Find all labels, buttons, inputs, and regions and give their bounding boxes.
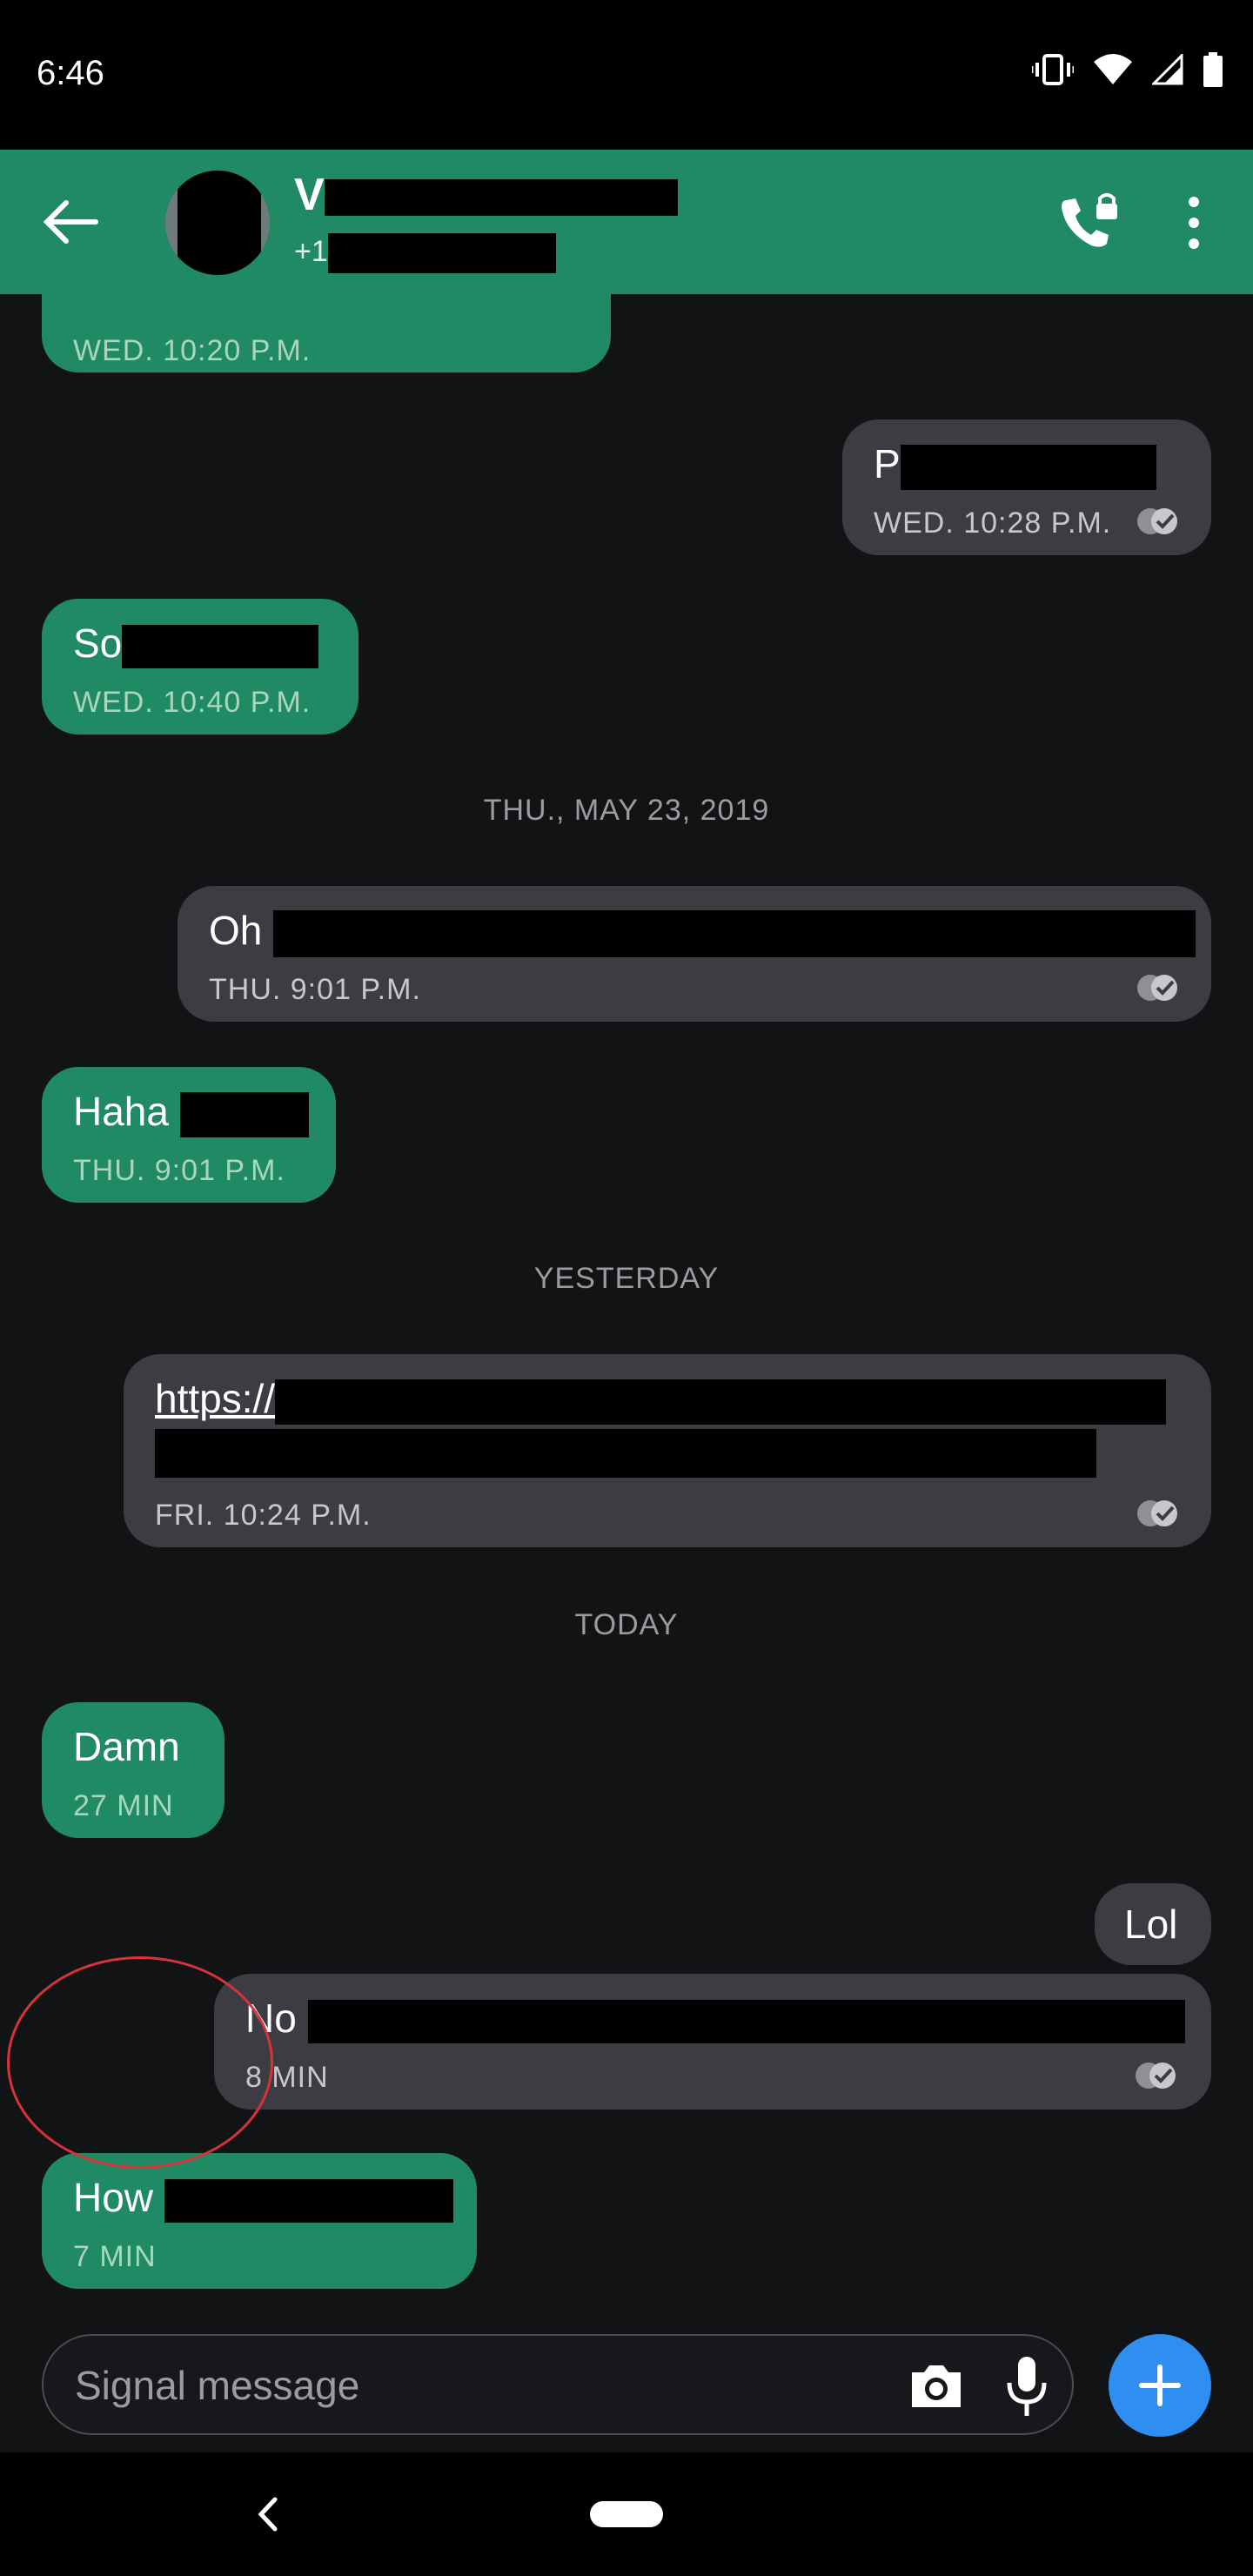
message-incoming[interactable]: Damn 27 MIN <box>42 1702 224 1838</box>
message-link-text[interactable]: https:// <box>155 1376 275 1421</box>
back-arrow-icon[interactable] <box>35 189 104 255</box>
message-link[interactable]: https:// <box>155 1375 1167 1425</box>
message-text-visible: Haha <box>73 1089 169 1134</box>
vibrate-icon <box>1032 54 1074 85</box>
message-text-visible: P <box>874 441 901 486</box>
message-outgoing[interactable]: No 8 MIN <box>214 1974 1211 2110</box>
message-text-visible: How <box>73 2175 154 2220</box>
message-text: Oh <box>209 907 1196 957</box>
message-time: WED. 10:40 P.M. <box>73 686 312 719</box>
message-time: 27 MIN <box>73 1789 174 1822</box>
message-incoming[interactable]: WED. 10:20 P.M. <box>42 294 611 372</box>
message-redaction <box>273 909 1196 957</box>
message-redaction <box>307 1999 1185 2043</box>
contact-avatar[interactable] <box>165 171 270 275</box>
contact-name[interactable]: V <box>294 169 678 221</box>
message-outgoing[interactable]: P WED. 10:28 P.M. <box>842 419 1211 555</box>
message-time: FRI. 10:24 P.M. <box>155 1499 372 1532</box>
number-redaction <box>327 233 556 274</box>
message-input[interactable] <box>73 2353 860 2418</box>
message-text: Damn <box>73 1724 180 1769</box>
camera-icon[interactable] <box>905 2355 968 2418</box>
status-icons <box>1032 52 1223 87</box>
message-text: How <box>73 2174 453 2223</box>
more-options-icon[interactable] <box>1168 188 1220 258</box>
avatar-redaction <box>178 171 261 275</box>
date-divider: YESTERDAY <box>533 1262 720 1295</box>
secure-call-icon[interactable] <box>1053 188 1122 258</box>
message-redaction <box>122 624 319 668</box>
message-time: 7 MIN <box>73 2240 157 2273</box>
message-time: THU. 9:01 P.M. <box>73 1154 285 1187</box>
message-redaction <box>155 1429 1096 1478</box>
name-redaction <box>324 179 678 217</box>
read-receipt-icon <box>1137 975 1177 1001</box>
message-text-visible: So <box>73 621 123 666</box>
message-redaction <box>164 2178 453 2223</box>
message-time: WED. 10:20 P.M. <box>73 334 312 367</box>
battery-icon <box>1203 52 1223 87</box>
message-incoming[interactable]: So WED. 10:40 P.M. <box>42 599 358 735</box>
message-text: No <box>245 1995 1185 2043</box>
contact-number-text: +1 <box>294 235 328 268</box>
attach-plus-button[interactable] <box>1109 2334 1211 2437</box>
read-receipt-icon <box>1137 508 1177 534</box>
message-time: THU. 9:01 P.M. <box>209 973 421 1006</box>
message-redaction <box>179 1091 309 1137</box>
message-incoming[interactable]: How 7 MIN <box>42 2153 477 2289</box>
status-time: 6:46 <box>37 54 104 92</box>
message-composer <box>42 2334 1074 2435</box>
message-text: So <box>73 620 319 668</box>
message-redaction <box>900 444 1156 490</box>
message-text: P <box>874 440 1156 490</box>
system-nav-bar <box>0 2452 1253 2576</box>
nav-home-pill[interactable] <box>590 2501 663 2527</box>
status-bar: 6:46 <box>0 0 1253 150</box>
message-text: Lol <box>1124 1902 1178 1947</box>
message-incoming[interactable]: Haha THU. 9:01 P.M. <box>42 1067 336 1203</box>
message-text: Haha <box>73 1088 309 1137</box>
microphone-icon[interactable] <box>1001 2353 1053 2419</box>
message-list[interactable]: WED. 10:20 P.M. P WED. 10:28 P.M. So WED… <box>0 294 1253 2315</box>
message-text-visible: No <box>245 1996 297 2041</box>
read-receipt-icon <box>1136 2063 1176 2089</box>
contact-name-text: V <box>294 170 325 220</box>
plus-icon <box>1139 2365 1181 2406</box>
message-outgoing[interactable]: Oh THU. 9:01 P.M. <box>178 886 1211 1022</box>
message-text-visible: Oh <box>209 908 263 953</box>
message-redaction <box>275 1379 1167 1425</box>
wifi-icon <box>1094 54 1132 84</box>
message-time: 8 MIN <box>245 2061 329 2094</box>
message-time: WED. 10:28 P.M. <box>874 506 1112 540</box>
conversation-header: V +1 <box>0 150 1253 294</box>
message-outgoing[interactable]: Lol <box>1095 1883 1211 1965</box>
signal-icon <box>1152 54 1183 85</box>
read-receipt-icon <box>1137 1500 1177 1526</box>
date-divider: TODAY <box>574 1608 679 1641</box>
message-outgoing[interactable]: https:// FRI. 10:24 P.M. <box>124 1354 1211 1547</box>
date-divider: THU., MAY 23, 2019 <box>483 794 770 827</box>
nav-back-icon[interactable] <box>251 2494 285 2534</box>
contact-number: +1 <box>294 231 556 274</box>
